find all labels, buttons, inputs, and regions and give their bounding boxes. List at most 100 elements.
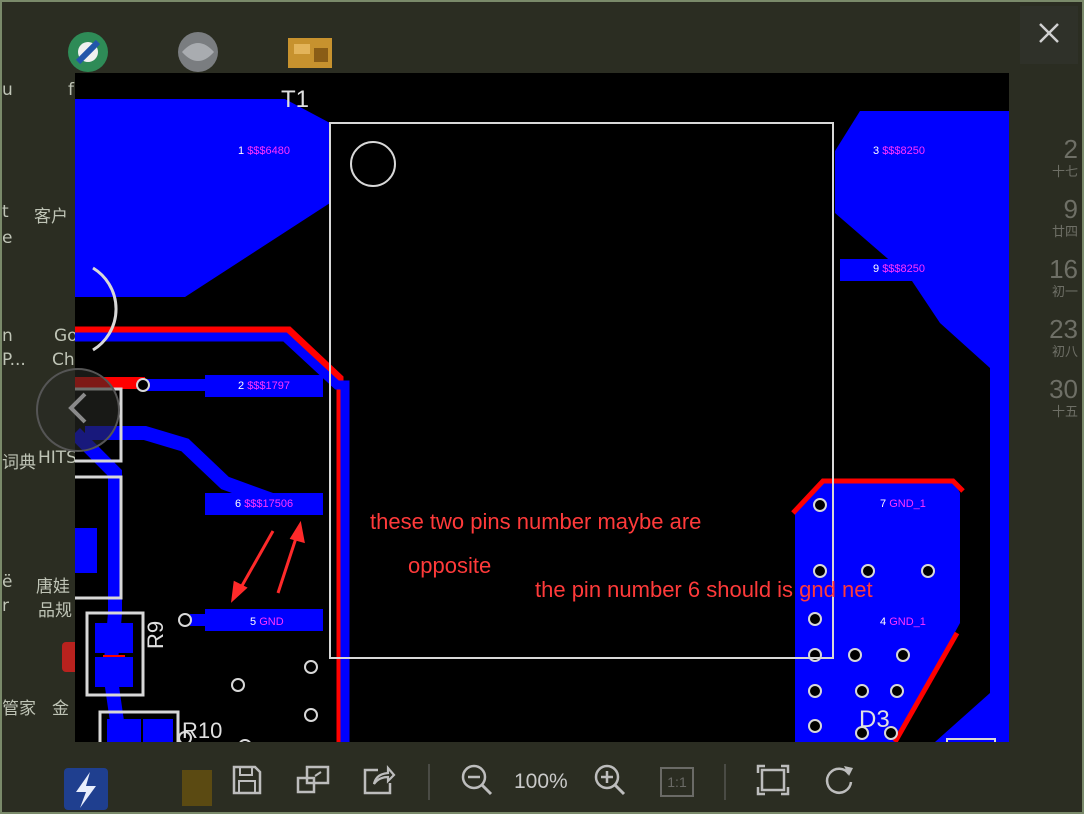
pad-label-7: 7 GND_1 [880,498,926,510]
desktop-label: ë [2,572,13,592]
via [808,719,822,733]
desktop-label: u [2,80,13,100]
calendar-day: 2 [1063,134,1078,164]
pad-net: GND_1 [889,616,926,628]
pad-label-1: 1 $$$6480 [238,145,290,157]
open-window-icon [295,764,331,800]
calendar-lunar: 初八 [1051,344,1078,359]
pad-net: $$$8250 [882,145,926,157]
copper-pour [935,693,990,742]
via [813,498,827,512]
calendar-day: 16 [1049,254,1078,284]
pad-number: 3 [873,145,883,157]
rotate-icon [822,763,856,801]
close-viewer-button[interactable] [1020,6,1078,64]
copper-pour [75,99,330,297]
image-viewer-window: u f t 客户 e n Go P... Chi 词典 HITS ë 唐娃 r … [0,0,1084,814]
desktop-label: P... [2,350,26,370]
annotation-text-2: opposite [408,553,492,578]
pad-net: GND_1 [889,498,926,510]
share-icon [362,764,396,800]
trace [75,528,97,573]
pad-label-5: 5 GND [250,616,284,628]
annotation-text-3: the pin number 6 should is gnd net [535,577,873,602]
pad-net: $$$1797 [247,380,291,392]
via [861,564,875,578]
pad-net: $$$6480 [247,145,291,157]
via [890,684,904,698]
desktop-label: 管家 [2,699,36,719]
r10-pad [143,719,173,742]
refdes-r10: R10 [182,718,223,742]
open-in-window-button[interactable] [288,750,338,812]
via [921,564,935,578]
toolbar-divider [724,764,726,800]
desktop-label: r [2,596,9,616]
save-icon [231,764,263,800]
refdes-r9: R9 [143,620,168,649]
lightning-app-icon[interactable] [62,766,110,812]
desktop-label: f [68,80,74,100]
pad-net: $$$17506 [244,498,294,510]
viewer-toolbar: 100% 1:1 [192,750,887,812]
zoom-out-icon [460,763,494,801]
desktop-label: 词典 [2,453,36,473]
via [896,648,910,662]
pad-number: 1 [238,145,248,157]
actual-size-button[interactable]: 1:1 [652,750,702,812]
pin1-marker [350,141,396,187]
via [136,378,150,392]
calendar-lunar: 廿四 [1051,224,1078,239]
r10-pad [107,719,141,742]
save-button[interactable] [222,750,272,812]
close-icon [1037,21,1061,49]
desktop-label: 金 [52,699,69,719]
share-button[interactable] [354,750,404,812]
pad-label-9: 9 $$$8250 [873,263,925,275]
pad-label-4: 4 GND_1 [880,616,926,628]
pad-label-6: 6 $$$17506 [235,498,293,510]
r9-pad [95,623,133,653]
desktop-label: n [2,326,13,346]
pad-number: 5 [250,616,260,628]
document-shortcut-icon[interactable] [286,34,334,74]
pad-number: 6 [235,498,245,510]
pcb-image[interactable]: T1 R9 R10 D3 1 $$$6480 2 $$$1797 6 $$$17… [75,73,1009,742]
pad-number: 4 [880,616,890,628]
previous-image-button[interactable] [36,368,120,452]
zoom-level: 100% [514,770,568,793]
desktop-label: t [2,202,9,222]
calendar-widget: 2 十七 9 廿四 16 初一 23 初八 30 十五 [1049,134,1078,420]
actual-size-icon: 1:1 [660,767,694,797]
pad-label-2: 2 $$$1797 [238,380,290,392]
refdes-d3: D3 [859,706,890,733]
toolbar-divider [428,764,430,800]
zoom-out-button[interactable] [452,750,502,812]
zoom-in-button[interactable] [585,750,635,812]
rotate-button[interactable] [814,750,864,812]
pad-number: 9 [873,263,883,275]
pad-net: $$$8250 [882,263,926,275]
component-label-t1: T1 [281,86,310,113]
calendar-lunar: 十五 [1051,404,1078,419]
fit-screen-icon [756,764,790,800]
actual-size-label: 1:1 [667,774,687,790]
annotation-text-1: these two pins number maybe are [370,509,702,534]
desktop-label: 品规 [38,601,72,621]
via [239,739,251,742]
desktop-label: 唐娃 [36,577,70,597]
via [304,660,318,674]
desktop-label: e [2,228,13,248]
via [855,684,869,698]
calendar-day: 9 [1063,194,1078,224]
via [231,678,245,692]
fit-screen-button[interactable] [748,750,798,812]
zoom-in-icon [593,763,627,801]
calendar-day: 30 [1049,374,1078,404]
r9-pad [95,657,133,687]
via [808,648,822,662]
via [808,684,822,698]
chevron-left-icon [63,388,93,432]
via [304,708,318,722]
desktop-label: 客户 [34,207,68,227]
